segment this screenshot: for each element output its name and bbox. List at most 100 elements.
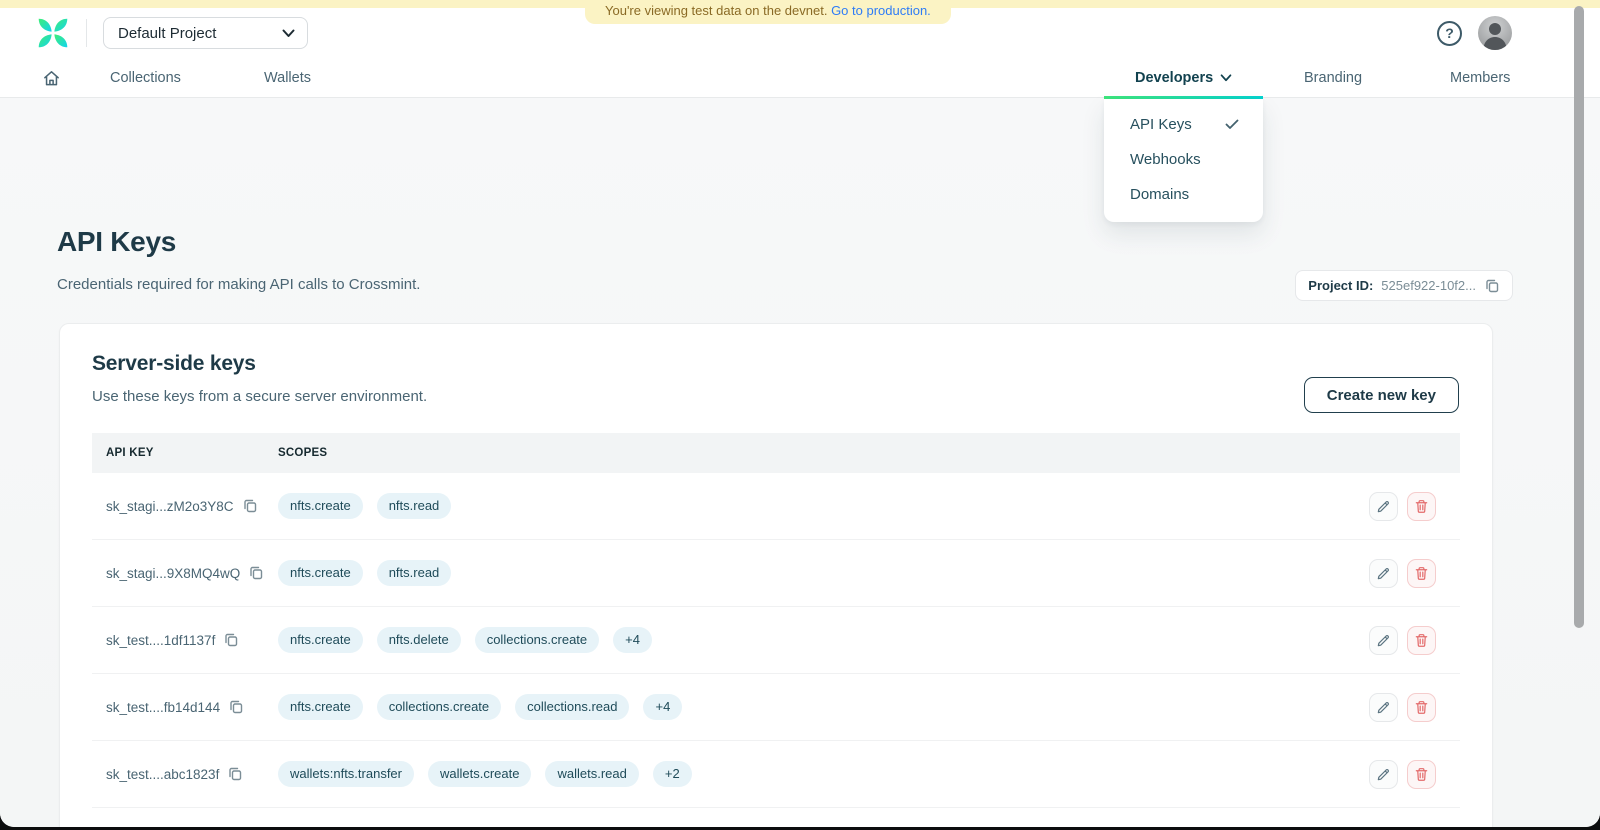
help-icon[interactable]: ? bbox=[1437, 20, 1462, 46]
api-key-cell: sk_stagi...zM2o3Y8C bbox=[92, 498, 278, 514]
scope-badge: nfts.create bbox=[278, 560, 363, 586]
devnet-banner-message: You're viewing test data on the devnet. bbox=[605, 3, 828, 18]
project-selector-value: Default Project bbox=[118, 24, 217, 42]
create-server-key-button[interactable]: Create new key bbox=[1303, 377, 1459, 413]
nav-collections[interactable]: Collections bbox=[110, 58, 181, 98]
scope-list: nfts.create nfts.read bbox=[278, 560, 1369, 586]
copy-key-button[interactable] bbox=[228, 699, 244, 715]
column-header-api-key: API KEY bbox=[106, 447, 154, 459]
nav-branding[interactable]: Branding bbox=[1304, 58, 1362, 98]
row-actions bbox=[1369, 625, 1460, 655]
devnet-banner: You're viewing test data on the devnet. … bbox=[585, 0, 951, 24]
page-title: API Keys bbox=[57, 226, 176, 257]
scope-list: nfts.create nfts.read bbox=[278, 493, 1369, 519]
row-actions bbox=[1369, 759, 1460, 789]
nav-developers-label: Developers bbox=[1135, 70, 1214, 86]
home-icon bbox=[42, 69, 61, 88]
table-row: sk_stagi...zM2o3Y8C nfts.create nfts.read bbox=[92, 473, 1460, 540]
dropdown-item-domains[interactable]: Domains bbox=[1104, 177, 1263, 212]
table-row: sk_test....1df1137f nfts.create nfts.dele… bbox=[92, 607, 1460, 674]
project-selector[interactable]: Default Project bbox=[103, 17, 308, 49]
row-actions bbox=[1369, 491, 1460, 521]
api-key-value: sk_test....1df1137f bbox=[106, 632, 216, 648]
api-key-cell: sk_test....1df1137f bbox=[92, 632, 278, 648]
nav-wallets[interactable]: Wallets bbox=[264, 58, 311, 98]
delete-key-button[interactable] bbox=[1407, 625, 1436, 655]
api-key-value: sk_stagi...zM2o3Y8C bbox=[106, 498, 234, 514]
app-window: You're viewing test data on the devnet. … bbox=[0, 0, 1600, 827]
server-keys-title: Server-side keys bbox=[92, 352, 256, 375]
api-key-value: sk_test....fb14d144 bbox=[106, 699, 221, 715]
more-scopes-badge: +4 bbox=[643, 694, 683, 720]
scope-badge: collections.read bbox=[515, 694, 630, 720]
scope-badge: wallets:nfts.transfer bbox=[278, 761, 414, 787]
scope-badge: nfts.read bbox=[376, 560, 452, 586]
table-row: sk_test....fb14d144 nfts.create collectio… bbox=[92, 674, 1460, 741]
table-header: API KEY SCOPES bbox=[92, 433, 1460, 473]
api-key-value: sk_test....abc1823f bbox=[106, 766, 220, 782]
header-right: ? bbox=[1437, 16, 1512, 50]
nav-developers[interactable]: Developers bbox=[1135, 58, 1232, 98]
project-id-value: 525ef922-10f2... bbox=[1381, 278, 1476, 293]
column-header-scopes: SCOPES bbox=[278, 447, 328, 459]
edit-key-button[interactable] bbox=[1369, 692, 1398, 722]
delete-key-button[interactable] bbox=[1407, 558, 1436, 588]
vertical-scrollbar-thumb[interactable] bbox=[1574, 6, 1584, 628]
row-actions bbox=[1369, 558, 1460, 588]
checkmark-icon bbox=[1225, 119, 1239, 130]
scope-badge: collections.create bbox=[474, 627, 600, 653]
page-subtitle: Credentials required for making API call… bbox=[57, 276, 421, 293]
copy-key-button[interactable] bbox=[248, 565, 264, 581]
crossmint-logo-icon[interactable] bbox=[36, 16, 70, 50]
scope-badge: wallets.read bbox=[545, 761, 639, 787]
server-keys-card: Server-side keys Use these keys from a s… bbox=[59, 323, 1493, 827]
project-id-badge: Project ID: 525ef922-10f2... bbox=[1295, 270, 1513, 301]
api-key-cell: sk_stagi...9X8MQ4wQ bbox=[92, 565, 278, 581]
dropdown-item-label: Domains bbox=[1130, 186, 1190, 203]
scope-badge: collections.create bbox=[376, 694, 502, 720]
delete-key-button[interactable] bbox=[1407, 491, 1436, 521]
go-to-production-link[interactable]: Go to production. bbox=[831, 3, 931, 18]
copy-key-button[interactable] bbox=[242, 498, 258, 514]
dropdown-item-label: Webhooks bbox=[1130, 151, 1201, 168]
table-row: sk_test....abc1823f wallets:nfts.transfe… bbox=[92, 741, 1460, 808]
chevron-down-icon bbox=[1220, 74, 1232, 82]
copy-key-button[interactable] bbox=[223, 632, 239, 648]
nav-wallets-label: Wallets bbox=[264, 70, 311, 86]
developers-dropdown-menu: API Keys Webhooks Domains bbox=[1104, 99, 1263, 222]
scope-badge: nfts.read bbox=[376, 493, 452, 519]
delete-key-button[interactable] bbox=[1407, 759, 1436, 789]
nav-home[interactable] bbox=[42, 58, 61, 98]
api-key-cell: sk_test....fb14d144 bbox=[92, 699, 278, 715]
nav-members[interactable]: Members bbox=[1450, 58, 1510, 98]
scope-badge: nfts.create bbox=[278, 493, 363, 519]
nav-branding-label: Branding bbox=[1304, 70, 1363, 86]
more-scopes-badge: +4 bbox=[613, 627, 652, 653]
user-avatar[interactable] bbox=[1478, 16, 1512, 50]
delete-key-button[interactable] bbox=[1407, 692, 1436, 722]
nav-members-label: Members bbox=[1450, 70, 1511, 86]
scope-badge: nfts.create bbox=[278, 694, 363, 720]
header-divider bbox=[86, 19, 87, 47]
edit-key-button[interactable] bbox=[1369, 759, 1398, 789]
copy-project-id-button[interactable] bbox=[1484, 278, 1500, 294]
dropdown-item-label: API Keys bbox=[1130, 116, 1192, 133]
more-scopes-badge: +2 bbox=[652, 761, 692, 787]
main-nav: Collections Wallets Developers Branding … bbox=[0, 58, 1600, 98]
edit-key-button[interactable] bbox=[1369, 558, 1398, 588]
edit-key-button[interactable] bbox=[1369, 625, 1398, 655]
scope-list: nfts.create nfts.delete collections.create… bbox=[278, 627, 1369, 653]
dropdown-item-webhooks[interactable]: Webhooks bbox=[1104, 142, 1263, 177]
dropdown-item-api-keys[interactable]: API Keys bbox=[1104, 107, 1263, 142]
chevron-down-icon bbox=[282, 29, 295, 38]
scope-badge: wallets.create bbox=[428, 761, 532, 787]
scope-list: wallets:nfts.transfer wallets.create walle… bbox=[278, 761, 1369, 787]
scope-badge: nfts.create bbox=[278, 627, 363, 653]
copy-key-button[interactable] bbox=[227, 766, 243, 782]
api-key-rows: sk_stagi...zM2o3Y8C nfts.create nfts.read… bbox=[92, 473, 1460, 808]
table-row: sk_stagi...9X8MQ4wQ nfts.create nfts.read bbox=[92, 540, 1460, 607]
api-key-value: sk_stagi...9X8MQ4wQ bbox=[106, 565, 241, 581]
api-key-cell: sk_test....abc1823f bbox=[92, 766, 278, 782]
main-content: API Keys Credentials required for making… bbox=[0, 98, 1600, 827]
edit-key-button[interactable] bbox=[1369, 491, 1398, 521]
